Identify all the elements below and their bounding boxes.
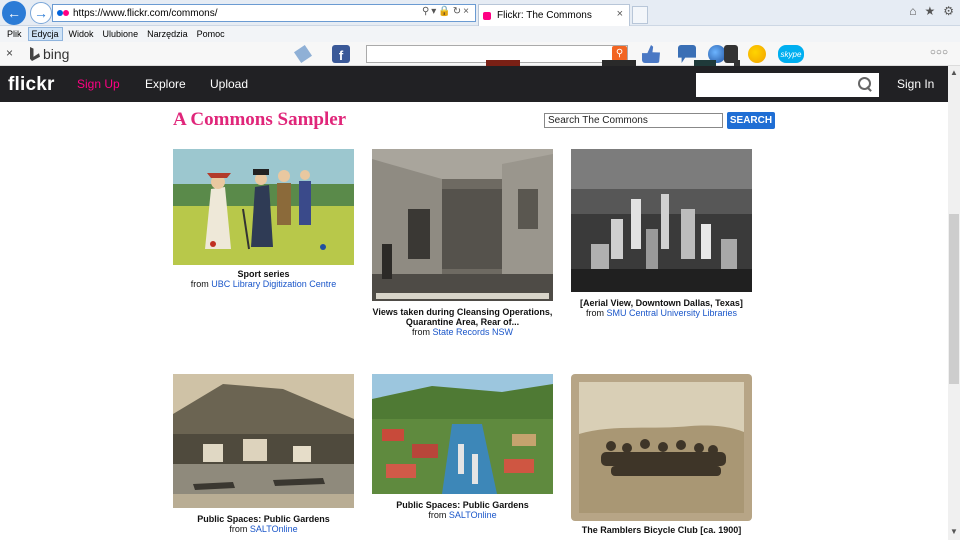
browser-chrome: ← → https://www.flickr.com/commons/ ⚲▾🔒↻… [0, 0, 960, 66]
source-link[interactable]: State Records NSW [432, 327, 513, 337]
source-link[interactable]: SALTOnline [250, 524, 298, 534]
tab-close-icon[interactable]: × [617, 8, 623, 20]
search-icon[interactable] [858, 77, 872, 91]
bing-logo[interactable]: bing [30, 46, 69, 62]
menu-edit[interactable]: Edycja [27, 27, 63, 41]
search-button[interactable]: SEARCH [727, 112, 775, 129]
arrow-left-icon: ← [7, 5, 21, 21]
home-icon[interactable]: ⌂ [909, 4, 916, 18]
skype-icon[interactable]: skype [778, 45, 804, 63]
menu-help[interactable]: Pomoc [194, 28, 228, 40]
photo-image [571, 149, 752, 292]
menu-tools[interactable]: Narzędzia [144, 28, 191, 40]
flickr-tab-icon [483, 11, 493, 21]
item-title[interactable]: The Ramblers Bicycle Club [ca. 1900] [561, 525, 762, 535]
tab-bar: ← → https://www.flickr.com/commons/ ⚲▾🔒↻… [0, 0, 960, 26]
upload-link[interactable]: Upload [210, 77, 248, 91]
photo-public-gardens-1[interactable] [173, 374, 354, 508]
item-title[interactable]: Sport series [173, 269, 354, 279]
gear-icon[interactable]: ⚙ [943, 4, 954, 18]
source-link[interactable]: SMU Central University Libraries [606, 308, 737, 318]
explore-link[interactable]: Explore [145, 77, 186, 91]
menu-file[interactable]: Plik [4, 28, 25, 40]
from-label: from [585, 308, 604, 318]
from-label: from [229, 524, 248, 534]
item-source: from SALTOnline [229, 524, 297, 534]
caption-cleansing-operations: Views taken during Cleansing Operations,… [368, 307, 557, 337]
flickr-nav-bar: flickr Sign Up Explore Upload Sign In [0, 66, 948, 102]
signup-link[interactable]: Sign Up [77, 77, 120, 91]
caption-ramblers-bicycle-club: The Ramblers Bicycle Club [ca. 1900] [561, 525, 762, 535]
thumbs-up-icon[interactable] [642, 45, 660, 63]
item-title[interactable]: [Aerial View, Downtown Dallas, Texas] [561, 298, 762, 308]
photo-image [571, 374, 752, 521]
photo-sport-series[interactable] [173, 149, 354, 265]
forward-button[interactable]: → [30, 2, 52, 24]
item-source: from State Records NSW [412, 327, 513, 337]
caption-dallas-aerial: [Aerial View, Downtown Dallas, Texas] fr… [561, 298, 762, 318]
weather-icon[interactable] [748, 45, 766, 63]
facebook-icon[interactable]: f [332, 45, 350, 63]
bing-icon [30, 47, 40, 61]
address-url: https://www.flickr.com/commons/ [73, 7, 218, 19]
item-source: from SALTOnline [428, 510, 496, 520]
flickr-search-input[interactable] [696, 73, 879, 97]
photo-image [173, 149, 354, 265]
menu-favorites[interactable]: Ulubione [100, 28, 142, 40]
new-tab-button[interactable] [632, 6, 648, 24]
scroll-thumb[interactable] [949, 214, 959, 384]
menu-view[interactable]: Widok [66, 28, 97, 40]
flickr-logo[interactable]: flickr [8, 74, 55, 96]
from-label: from [428, 510, 447, 520]
back-button[interactable]: ← [2, 1, 26, 25]
caption-sport-series: Sport series from UBC Library Digitizati… [173, 269, 354, 289]
more-icon[interactable]: ○○○ [930, 47, 948, 58]
mail-icon[interactable] [294, 45, 312, 63]
photo-public-gardens-2[interactable] [372, 374, 553, 494]
window-tools: ⌂ ★ ⚙ [909, 4, 954, 18]
photo-dallas-aerial[interactable] [571, 149, 752, 292]
tab-title: Flickr: The Commons [497, 10, 592, 21]
flickr-favicon-icon [57, 9, 69, 17]
menu-bar: Plik Edycja Widok Ulubione Narzędzia Pom… [0, 26, 960, 42]
photo-image [372, 374, 553, 494]
photo-ramblers-bicycle-club[interactable] [571, 374, 752, 521]
star-icon[interactable]: ★ [924, 4, 935, 18]
source-link[interactable]: SALTOnline [449, 510, 497, 520]
bing-label: bing [43, 46, 70, 62]
item-source: from SMU Central University Libraries [586, 308, 737, 318]
item-title[interactable]: Views taken during Cleansing Operations,… [368, 307, 557, 327]
item-source: from UBC Library Digitization Centre [191, 279, 337, 289]
vertical-scrollbar[interactable]: ▲ ▼ [948, 66, 960, 540]
commons-search-input[interactable] [544, 113, 723, 128]
source-link[interactable]: UBC Library Digitization Centre [211, 279, 336, 289]
from-label: from [190, 279, 209, 289]
address-actions[interactable]: ⚲▾🔒↻× [422, 6, 471, 17]
caption-public-gardens-2: Public Spaces: Public Gardens from SALTO… [372, 500, 553, 520]
scroll-up-icon[interactable]: ▲ [950, 68, 958, 77]
page-title: A Commons Sampler [173, 109, 347, 130]
toolbar-search-button[interactable]: ⚲ [612, 46, 627, 61]
from-label: from [411, 327, 430, 337]
item-title[interactable]: Public Spaces: Public Gardens [173, 514, 354, 524]
photo-image [173, 374, 354, 508]
bing-toolbar: × bing f ⚲ skype ○○○ [0, 42, 960, 66]
signin-link[interactable]: Sign In [897, 77, 934, 91]
address-bar[interactable]: https://www.flickr.com/commons/ ⚲▾🔒↻× [52, 4, 476, 22]
scroll-down-icon[interactable]: ▼ [950, 527, 958, 536]
photo-image [372, 149, 553, 301]
tab-flickr-commons[interactable]: Flickr: The Commons × [478, 4, 630, 26]
arrow-right-icon: → [34, 5, 48, 21]
main-content: A Commons Sampler SEARCH Sport series fr… [0, 102, 948, 540]
photo-cleansing-operations[interactable] [372, 149, 553, 301]
item-title[interactable]: Public Spaces: Public Gardens [372, 500, 553, 510]
caption-public-gardens-1: Public Spaces: Public Gardens from SALTO… [173, 514, 354, 534]
toolbar-close-icon[interactable]: × [6, 46, 13, 60]
